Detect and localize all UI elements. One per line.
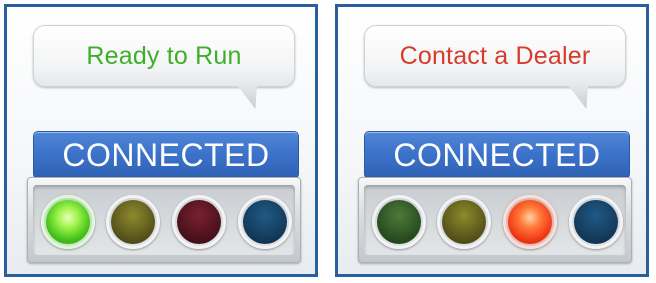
indicator-light-tray bbox=[33, 185, 295, 255]
red-light bbox=[172, 195, 226, 249]
yellow-light-off-icon bbox=[111, 200, 155, 244]
blue-light-off-icon bbox=[243, 200, 287, 244]
indicator-light-panel bbox=[27, 177, 301, 263]
yellow-light-off-icon bbox=[442, 200, 486, 244]
blue-light-off-icon bbox=[574, 200, 618, 244]
status-message-bubble: Contact a Dealer bbox=[364, 25, 626, 87]
connection-status-bar: CONNECTED bbox=[364, 131, 630, 179]
green-light-off-icon bbox=[377, 200, 421, 244]
blue-light bbox=[569, 195, 623, 249]
status-message-bubble: Ready to Run bbox=[33, 25, 295, 87]
blue-light bbox=[238, 195, 292, 249]
green-light bbox=[372, 195, 426, 249]
connection-status-text: CONNECTED bbox=[62, 136, 270, 173]
speech-bubble-tail bbox=[237, 85, 257, 109]
indicator-light-tray bbox=[364, 185, 626, 255]
green-light bbox=[41, 195, 95, 249]
status-panel-left: Ready to Run CONNECTED bbox=[4, 4, 318, 277]
status-message-text: Contact a Dealer bbox=[399, 41, 591, 70]
yellow-light bbox=[437, 195, 491, 249]
status-message-text: Ready to Run bbox=[86, 41, 242, 70]
indicator-light-panel bbox=[358, 177, 632, 263]
green-light-on-icon bbox=[46, 200, 90, 244]
speech-bubble-tail bbox=[568, 85, 588, 109]
status-panel-right: Contact a Dealer CONNECTED bbox=[335, 4, 649, 277]
red-light-off-icon bbox=[177, 200, 221, 244]
connection-status-text: CONNECTED bbox=[393, 136, 601, 173]
connection-status-bar: CONNECTED bbox=[33, 131, 299, 179]
yellow-light bbox=[106, 195, 160, 249]
red-light bbox=[503, 195, 557, 249]
red-light-on-icon bbox=[508, 200, 552, 244]
